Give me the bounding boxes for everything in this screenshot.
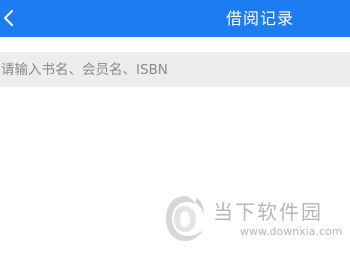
page-title: 借阅记录 [226, 9, 295, 28]
app-bar: 借阅记录 [0, 0, 350, 37]
search-input[interactable] [0, 52, 341, 87]
watermark: 当下软件园 www.downxia.com [163, 192, 342, 252]
chevron-left-icon [4, 10, 13, 26]
watermark-url: www.downxia.com [240, 225, 343, 238]
watermark-name: 当下软件园 [213, 200, 323, 224]
search-bar [0, 52, 350, 87]
borrow-records-screen: 借阅记录 当下软件园 www.downxia.com [0, 0, 350, 264]
back-button[interactable] [0, 0, 30, 37]
downxia-logo-icon [166, 196, 204, 241]
